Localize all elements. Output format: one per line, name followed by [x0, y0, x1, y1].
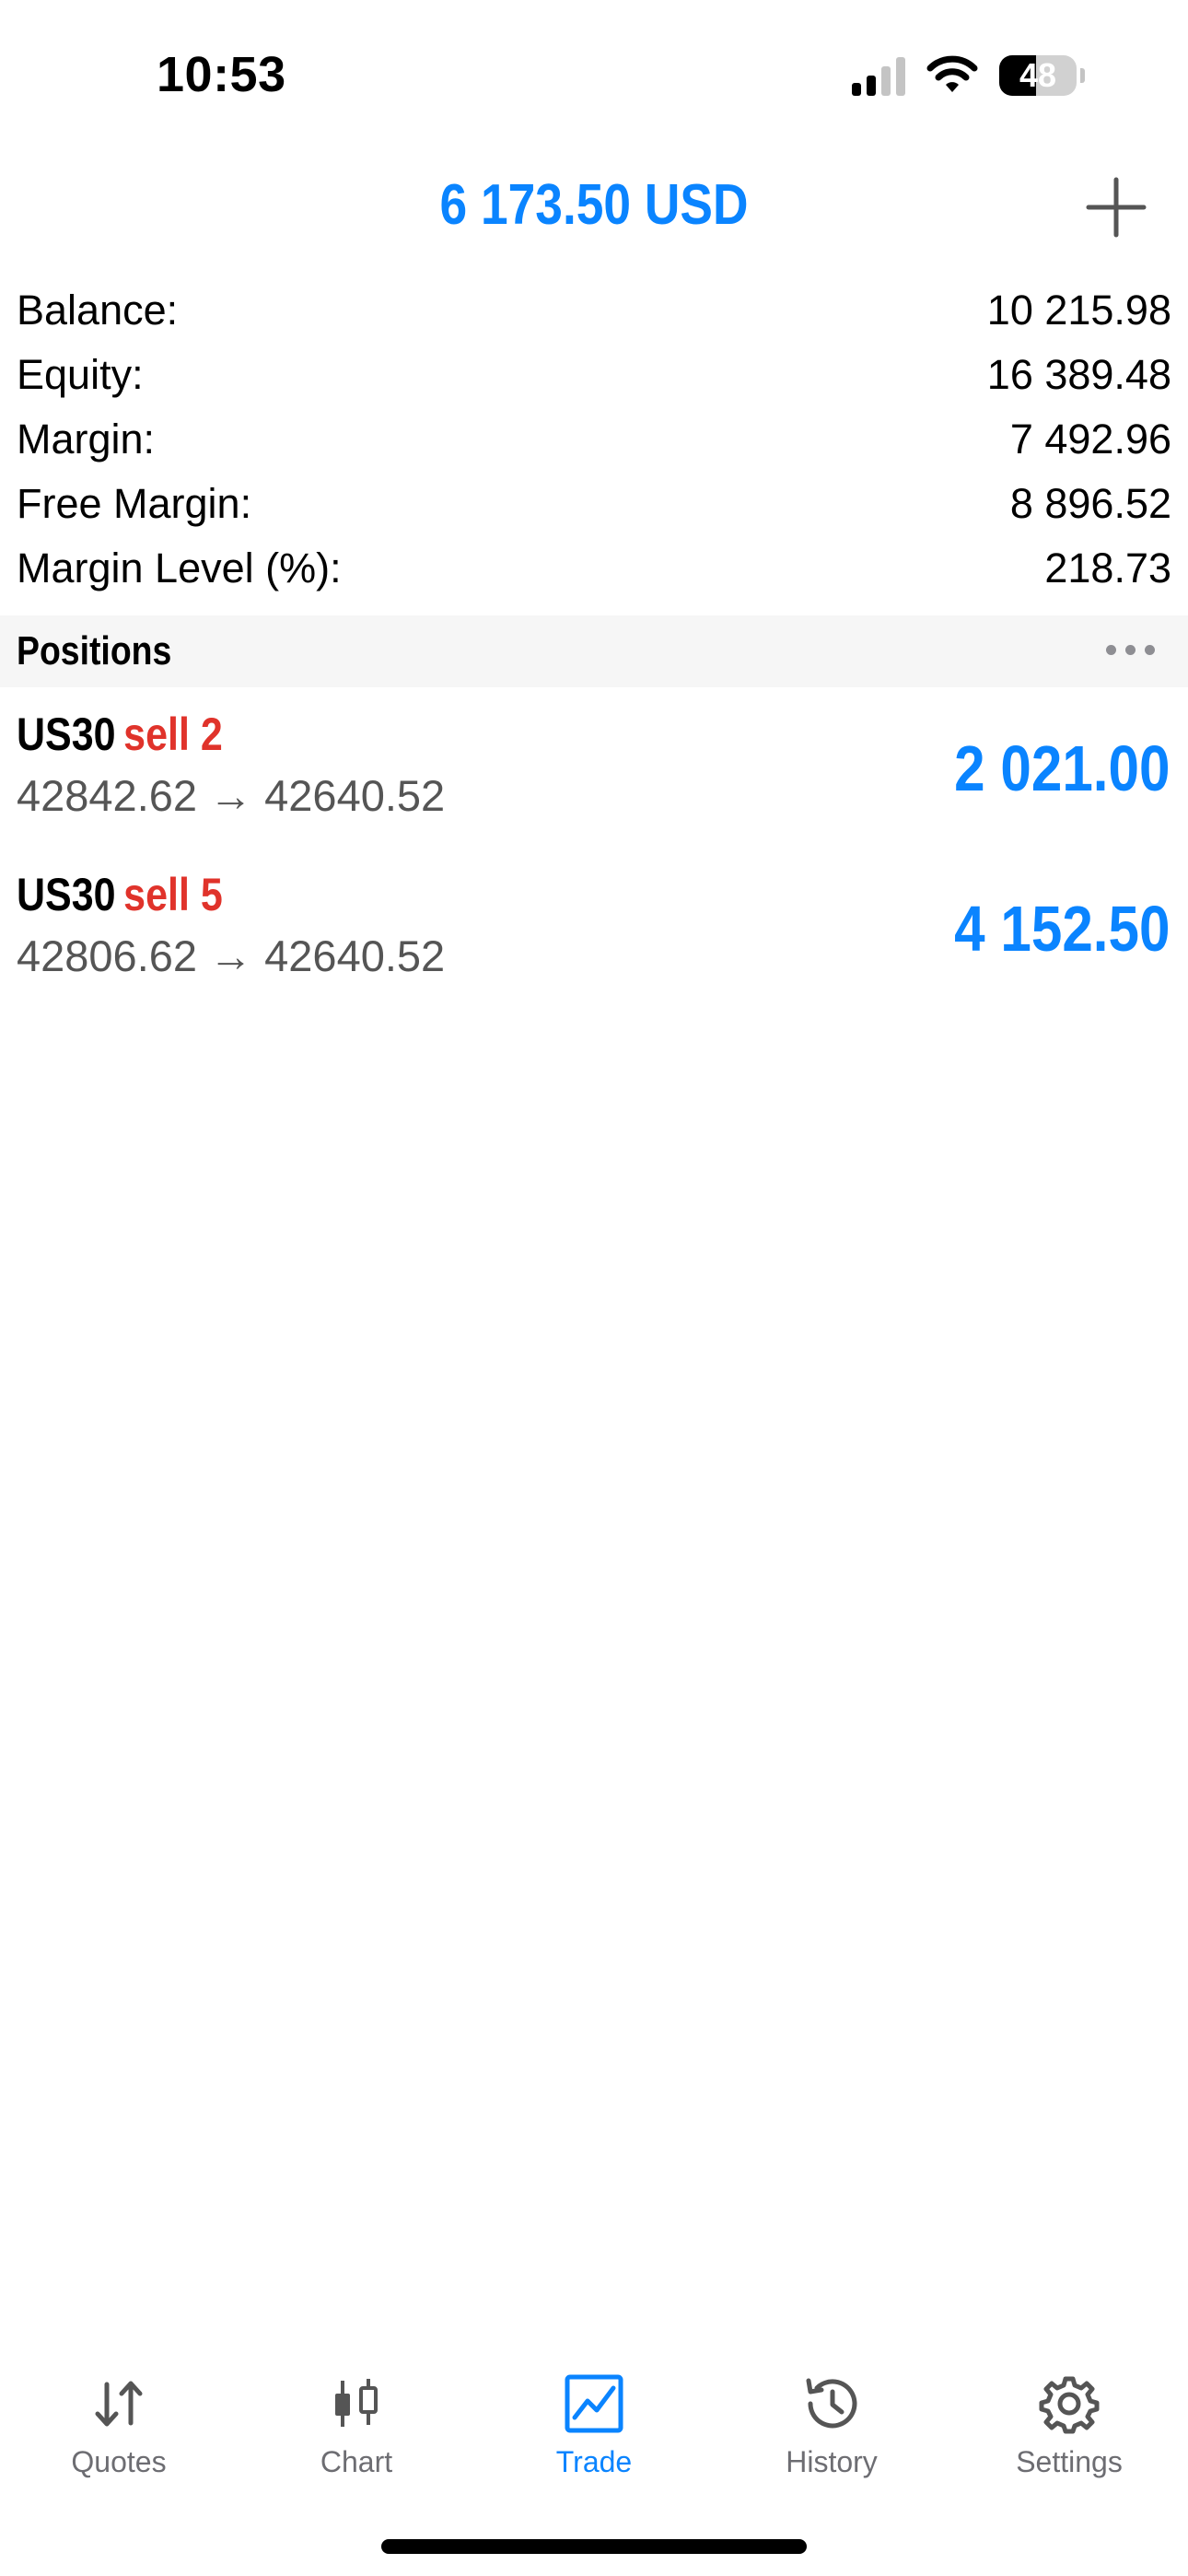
- tab-label: Settings: [1016, 2445, 1123, 2478]
- trade-icon: [565, 2374, 623, 2433]
- settings-icon: [1039, 2376, 1100, 2434]
- position-profit: 2 021.00: [953, 732, 1170, 804]
- positions-section-header: Positions: [0, 615, 1188, 687]
- summary-value: 8 896.52: [1009, 480, 1171, 527]
- summary-row-margin-level: Margin Level (%): 218.73: [17, 539, 1171, 603]
- wifi-icon: [926, 55, 978, 92]
- positions-title: Positions: [17, 628, 172, 673]
- position-row[interactable]: US30 sell 2 42842.62 → 42640.52 2 021.00: [0, 708, 1188, 866]
- trade-header: 6 173.50 USD: [0, 161, 1188, 253]
- position-profit: 4 152.50: [953, 893, 1170, 965]
- tab-trade[interactable]: Trade: [475, 2340, 713, 2506]
- position-prices: 42842.62 → 42640.52: [17, 771, 446, 820]
- status-indicators: 48: [852, 55, 1085, 96]
- summary-label: Balance:: [17, 287, 179, 334]
- account-summary: Balance: 10 215.98 Equity: 16 389.48 Mar…: [17, 281, 1171, 603]
- summary-label: Margin Level (%):: [17, 544, 342, 591]
- position-side: sell 2: [123, 708, 223, 760]
- position-header: US30 sell 5: [17, 868, 223, 921]
- summary-row-equity: Equity: 16 389.48: [17, 345, 1171, 410]
- summary-label: Equity:: [17, 351, 144, 398]
- tab-label: Chart: [320, 2445, 393, 2478]
- summary-value: 16 389.48: [986, 351, 1171, 398]
- position-symbol: US30: [17, 708, 116, 760]
- tab-settings[interactable]: Settings: [950, 2340, 1188, 2506]
- status-bar: 10:53 48: [0, 0, 1188, 157]
- battery-level-text: 48: [1019, 56, 1057, 94]
- tab-label: History: [786, 2445, 878, 2478]
- summary-label: Margin:: [17, 416, 156, 463]
- summary-row-margin: Margin: 7 492.96: [17, 410, 1171, 474]
- position-header: US30 sell 2: [17, 708, 223, 761]
- tab-quotes[interactable]: Quotes: [0, 2340, 238, 2506]
- tab-history[interactable]: History: [713, 2340, 950, 2506]
- battery-tip: [1080, 68, 1085, 83]
- trade-screen: 10:53 48 6 173.50 USD Balance: 10 215.98…: [0, 0, 1188, 2576]
- history-icon: [806, 2378, 857, 2429]
- summary-value: 218.73: [1044, 544, 1171, 591]
- account-profit-title: 6 173.50 USD: [439, 173, 749, 237]
- summary-row-free-margin: Free Margin: 8 896.52: [17, 474, 1171, 539]
- position-side: sell 5: [123, 869, 223, 920]
- chart-icon: [335, 2379, 378, 2427]
- more-icon[interactable]: [1106, 645, 1155, 655]
- summary-label: Free Margin:: [17, 480, 252, 527]
- summary-row-balance: Balance: 10 215.98: [17, 281, 1171, 345]
- plus-icon[interactable]: [1079, 170, 1153, 244]
- quotes-icon: [95, 2381, 143, 2427]
- tab-label: Trade: [555, 2445, 633, 2478]
- position-row[interactable]: US30 sell 5 42806.62 → 42640.52 4 152.50: [0, 868, 1188, 1026]
- signal-icon: [852, 55, 905, 96]
- tab-bar: Quotes Chart Trade History Settings: [0, 2340, 1188, 2506]
- tab-chart[interactable]: Chart: [238, 2340, 475, 2506]
- summary-value: 10 215.98: [986, 287, 1171, 334]
- tab-label: Quotes: [71, 2445, 167, 2478]
- home-indicator[interactable]: [381, 2539, 807, 2554]
- battery-icon: 48: [999, 55, 1077, 96]
- summary-value: 7 492.96: [1009, 416, 1171, 463]
- status-time: 10:53: [157, 47, 286, 102]
- position-prices: 42806.62 → 42640.52: [17, 931, 446, 980]
- position-symbol: US30: [17, 869, 116, 920]
